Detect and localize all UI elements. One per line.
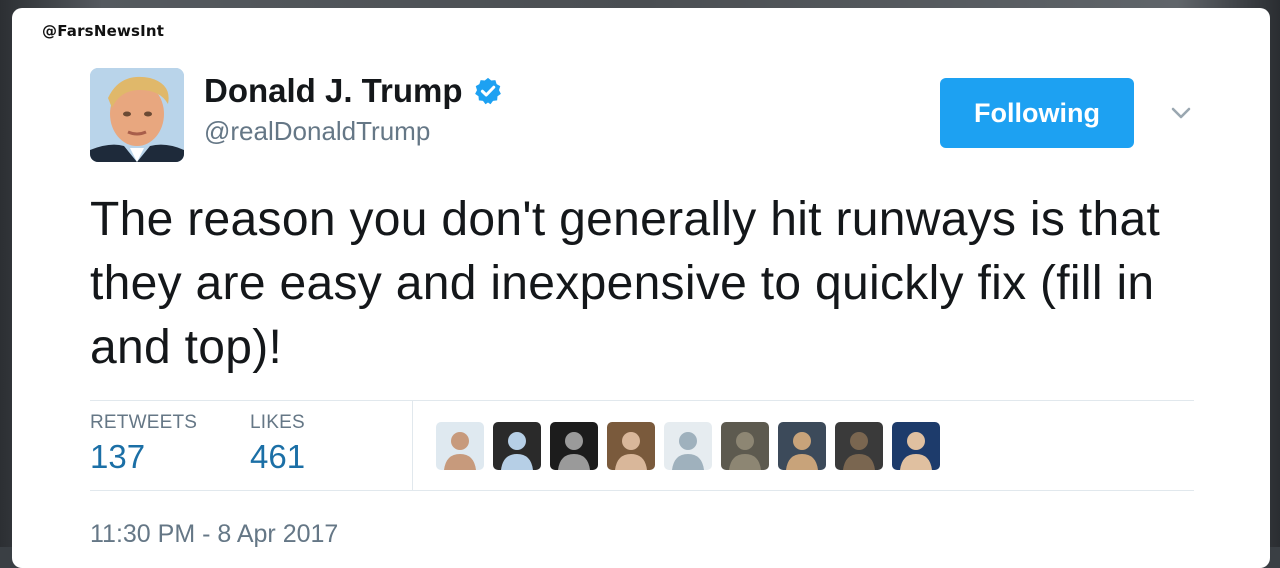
liker-avatar-7[interactable] (778, 422, 826, 470)
author-name[interactable]: Donald J. Trump (204, 72, 463, 110)
likes-stat[interactable]: LIKES 461 (250, 412, 305, 476)
watermark: @FarsNewsInt (42, 22, 164, 40)
tweet-text: The reason you don't generally hit runwa… (90, 188, 1230, 380)
author-handle[interactable]: @realDonaldTrump (204, 116, 430, 147)
retweets-count: 137 (90, 438, 197, 476)
likes-label: LIKES (250, 412, 305, 434)
liker-avatar-1[interactable] (436, 422, 484, 470)
liker-avatar-8[interactable] (835, 422, 883, 470)
liker-avatar-5[interactable] (664, 422, 712, 470)
author-name-row[interactable]: Donald J. Trump (204, 72, 503, 110)
likers-avatar-list (436, 422, 940, 470)
liker-avatar-3[interactable] (550, 422, 598, 470)
avatar[interactable] (90, 68, 184, 162)
avatar-image (90, 68, 184, 162)
liker-avatar-6[interactable] (721, 422, 769, 470)
tweet-card: @FarsNewsInt Donald J. Trump @realDonald… (12, 8, 1270, 568)
divider (412, 400, 413, 490)
tweet-timestamp[interactable]: 11:30 PM - 8 Apr 2017 (90, 520, 338, 549)
chevron-down-icon[interactable] (1168, 100, 1194, 126)
liker-avatar-9[interactable] (892, 422, 940, 470)
verified-badge-icon (473, 76, 503, 106)
retweets-stat[interactable]: RETWEETS 137 (90, 412, 197, 476)
retweets-label: RETWEETS (90, 412, 197, 434)
likes-count: 461 (250, 438, 305, 476)
divider (90, 400, 1194, 401)
following-button[interactable]: Following (940, 78, 1134, 148)
liker-avatar-2[interactable] (493, 422, 541, 470)
liker-avatar-4[interactable] (607, 422, 655, 470)
divider (90, 490, 1194, 491)
